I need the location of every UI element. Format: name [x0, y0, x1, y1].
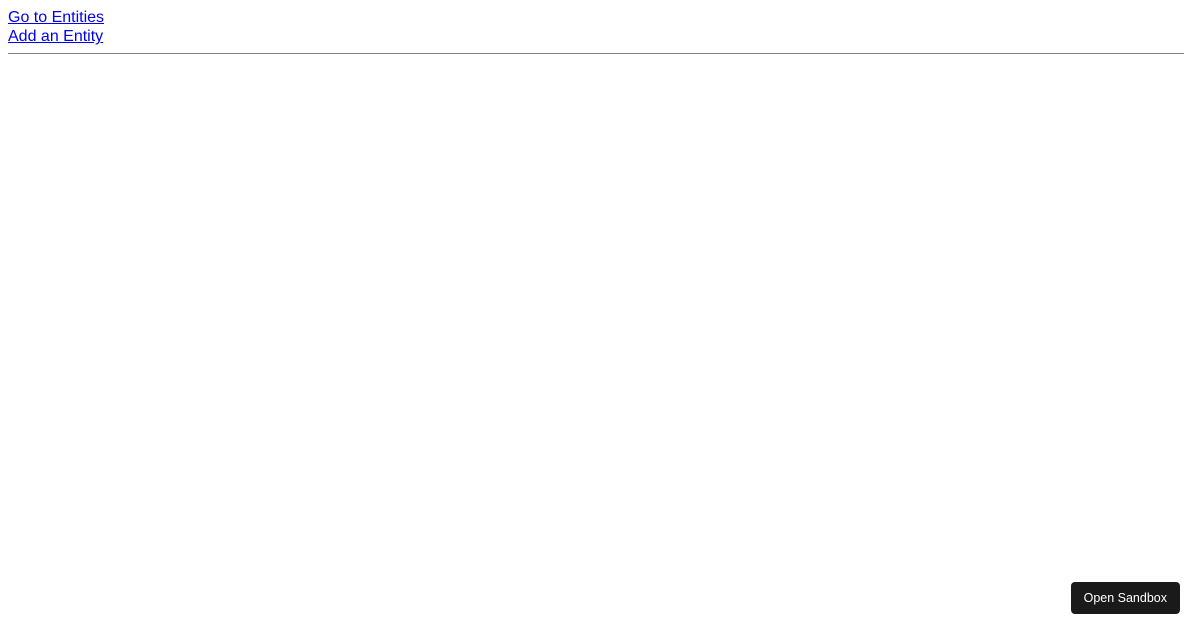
go-to-entities-link[interactable]: Go to Entities	[8, 8, 104, 27]
open-sandbox-button[interactable]: Open Sandbox	[1071, 582, 1180, 614]
divider	[8, 53, 1184, 54]
nav-links: Go to Entities Add an Entity	[8, 8, 1192, 46]
add-entity-link[interactable]: Add an Entity	[8, 27, 103, 46]
